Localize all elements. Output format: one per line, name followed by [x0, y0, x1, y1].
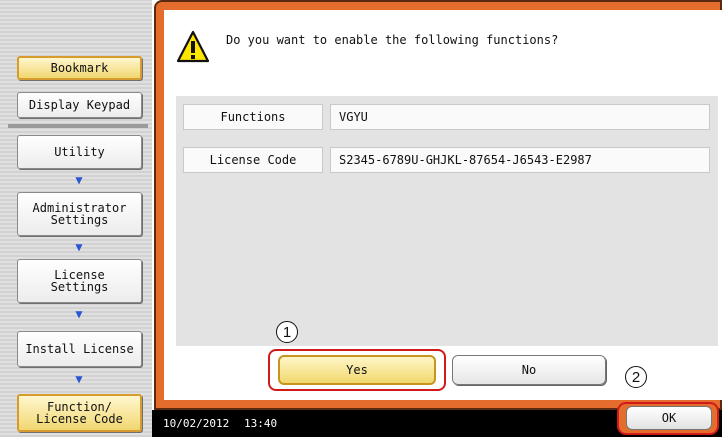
license-code-value: S2345-6789U-GHJKL-87654-J6543-E2987: [330, 147, 710, 173]
yes-button[interactable]: Yes: [278, 355, 436, 385]
no-button[interactable]: No: [452, 355, 606, 385]
step-2-marker: 2: [625, 366, 647, 388]
license-settings-button[interactable]: License Settings: [17, 259, 142, 303]
arrow-down-icon: ▼: [75, 307, 83, 321]
warning-icon: [176, 30, 210, 63]
arrow-down-icon: ▼: [75, 173, 83, 187]
functions-label: Functions: [183, 104, 323, 130]
arrow-down-icon: ▼: [75, 372, 83, 386]
status-time: 13:40: [244, 417, 278, 430]
license-code-label: License Code: [183, 147, 323, 173]
functions-value: VGYU: [330, 104, 710, 130]
function-license-code-button[interactable]: Function/ License Code: [17, 394, 142, 432]
dialog-message: Do you want to enable the following func…: [226, 33, 559, 47]
arrow-down-icon: ▼: [75, 240, 83, 254]
utility-button[interactable]: Utility: [17, 135, 142, 169]
administrator-settings-button[interactable]: Administrator Settings: [17, 192, 142, 236]
install-license-button[interactable]: Install License: [17, 331, 142, 367]
function-info-area: [176, 96, 718, 346]
step-1-marker: 1: [276, 321, 298, 343]
status-date: 10/02/2012: [163, 417, 230, 430]
display-keypad-button[interactable]: Display Keypad: [17, 92, 142, 118]
bookmark-button[interactable]: Bookmark: [17, 56, 142, 80]
ok-button[interactable]: OK: [626, 406, 712, 430]
sidebar-divider: [8, 124, 148, 128]
